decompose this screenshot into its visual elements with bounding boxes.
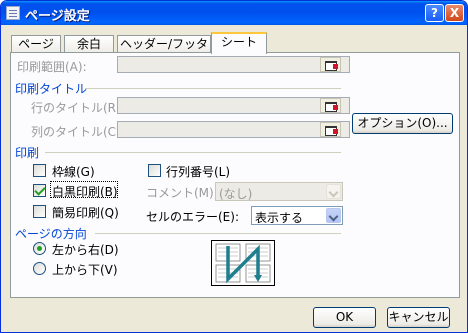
- cols-to-repeat-input[interactable]: [117, 121, 350, 138]
- focus-indicator: [50, 181, 118, 198]
- rows-to-repeat-label: 行のタイトル(R):: [31, 101, 125, 115]
- collapse-dialog-icon[interactable]: [320, 57, 341, 72]
- chevron-down-icon: [326, 184, 341, 199]
- page-setup-icon: [6, 6, 20, 20]
- collapse-dialog-icon[interactable]: [320, 98, 341, 113]
- cell-errors-value: 表示する: [255, 211, 304, 225]
- down-then-over-radio[interactable]: [33, 242, 46, 255]
- print-heading: 印刷: [15, 146, 40, 160]
- divider: [45, 152, 341, 153]
- gridlines-checkbox[interactable]: [33, 164, 46, 177]
- divider: [85, 88, 341, 89]
- draft-quality-checkbox[interactable]: [33, 205, 46, 218]
- help-button[interactable]: ?: [425, 4, 444, 22]
- collapse-dialog-icon[interactable]: [320, 122, 341, 137]
- gridlines-label: 枠線(G): [52, 165, 95, 179]
- ok-button[interactable]: OK: [313, 307, 376, 328]
- tab-sheet[interactable]: シート: [211, 32, 267, 54]
- page-order-diagram: [215, 243, 271, 284]
- title-bar[interactable]: ページ設定 ? X: [1, 1, 467, 25]
- options-button[interactable]: オプション(O)...: [352, 113, 453, 134]
- comments-select[interactable]: (なし): [215, 182, 343, 201]
- cancel-button[interactable]: キャンセル: [387, 307, 450, 328]
- over-then-down-label: 上から下(V): [52, 263, 118, 277]
- chevron-down-icon: [326, 208, 341, 223]
- page-order-heading: ページの方向: [15, 227, 87, 241]
- cell-errors-label: セルのエラー(E):: [146, 210, 239, 224]
- row-col-headings-label: 行列番号(L): [166, 165, 231, 179]
- rows-to-repeat-input[interactable]: [117, 97, 350, 114]
- comments-label: コメント(M):: [146, 186, 218, 200]
- over-then-down-radio[interactable]: [33, 262, 46, 275]
- cell-errors-select[interactable]: 表示する: [251, 206, 343, 225]
- print-area-label: 印刷範囲(A):: [17, 60, 87, 74]
- print-area-input[interactable]: [117, 56, 350, 73]
- dialog-title: ページ設定: [25, 9, 90, 24]
- down-then-over-label: 左から右(D): [52, 243, 119, 257]
- black-and-white-checkbox[interactable]: [33, 184, 46, 197]
- comments-value: (なし): [219, 187, 253, 201]
- print-titles-heading: 印刷タイトル: [15, 82, 88, 96]
- cols-to-repeat-label: 列のタイトル(C):: [31, 125, 125, 139]
- row-col-headings-checkbox[interactable]: [148, 164, 161, 177]
- page-order-preview: [211, 240, 275, 286]
- close-button[interactable]: X: [445, 4, 464, 22]
- page-setup-dialog: ページ設定 ? X ページ 余白 ヘッダー/フッター シート 印刷範囲(A): …: [0, 0, 468, 333]
- draft-quality-label: 簡易印刷(Q): [52, 206, 119, 220]
- divider: [95, 233, 341, 234]
